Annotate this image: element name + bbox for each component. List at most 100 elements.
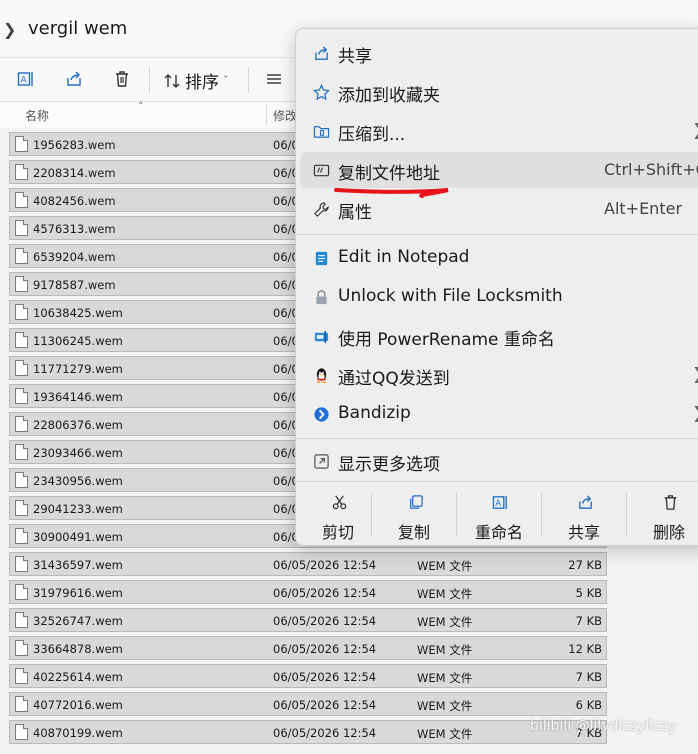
- cut-button[interactable]: 剪切: [296, 481, 380, 547]
- file-name: 1956283.wem: [33, 138, 116, 152]
- file-icon: [15, 696, 28, 712]
- file-icon: [15, 192, 28, 208]
- menu-item-send-qq[interactable]: 通过QQ发送到 ❯: [300, 357, 698, 393]
- file-icon: [15, 444, 28, 460]
- file-size: 7 KB: [575, 670, 602, 684]
- powerrename-icon: [312, 327, 330, 345]
- chevron-right-icon: ❯: [692, 120, 698, 139]
- menu-item-file-locksmith[interactable]: Unlock with File Locksmith: [300, 279, 698, 315]
- menu-item-edit-notepad[interactable]: Edit in Notepad: [300, 240, 698, 276]
- chevron-right-icon[interactable]: ❯: [3, 20, 16, 39]
- menu-item-label: Edit in Notepad: [338, 247, 470, 267]
- file-name: 2208314.wem: [33, 166, 116, 180]
- copy-button[interactable]: 复制: [372, 481, 456, 547]
- menu-item-label: Bandizip: [338, 403, 411, 423]
- file-row[interactable]: 31979616.wem 06/05/2026 12:54 WEM 文件 5 KB: [9, 580, 607, 604]
- delete-icon[interactable]: [110, 67, 134, 91]
- file-type: WEM 文件: [417, 727, 473, 741]
- file-name: 30900491.wem: [33, 530, 123, 544]
- scissors-icon: [330, 493, 348, 511]
- rename-icon: A: [491, 493, 509, 511]
- menu-item-label: 通过QQ发送到: [338, 369, 450, 389]
- menu-item-favorites[interactable]: 添加到收藏夹: [300, 74, 698, 110]
- share-icon[interactable]: [62, 67, 86, 91]
- file-type: WEM 文件: [417, 671, 473, 685]
- file-name: 4082456.wem: [33, 194, 116, 208]
- show-more-icon: [312, 452, 330, 470]
- file-row[interactable]: 31436597.wem 06/05/2026 12:54 WEM 文件 27 KB: [9, 552, 607, 576]
- toolbar-divider: [149, 66, 150, 94]
- file-name: 11771279.wem: [33, 362, 123, 376]
- red-underline-annotation: [334, 188, 449, 198]
- file-name: 11306245.wem: [33, 334, 123, 348]
- file-date: 06/05/2026 12:54: [273, 586, 377, 600]
- file-size: 27 KB: [568, 558, 602, 572]
- file-type: WEM 文件: [417, 559, 473, 573]
- delete-button[interactable]: 删除: [627, 481, 698, 547]
- file-row[interactable]: 33664878.wem 06/05/2026 12:54 WEM 文件 12 KB: [9, 636, 607, 660]
- file-name: 10638425.wem: [33, 306, 123, 320]
- compress-icon: [312, 122, 330, 140]
- column-divider[interactable]: [266, 104, 267, 126]
- lock-icon: [312, 288, 330, 306]
- file-row[interactable]: 40772016.wem 06/05/2026 12:54 WEM 文件 6 KB: [9, 692, 607, 716]
- file-icon: [15, 472, 28, 488]
- cut-label: 剪切: [321, 523, 354, 542]
- delete-label: 删除: [652, 523, 685, 542]
- share-icon: [312, 44, 330, 62]
- context-menu-action-bar: 剪切 复制 A 重命名 共享 删除: [296, 481, 698, 547]
- file-icon: [15, 556, 28, 572]
- svg-text:A: A: [495, 498, 501, 508]
- file-icon: [15, 528, 28, 544]
- file-type: WEM 文件: [417, 699, 473, 713]
- file-name: 19364146.wem: [33, 390, 123, 404]
- file-icon: [15, 500, 28, 516]
- file-name: 31979616.wem: [33, 586, 123, 600]
- file-name: 40870199.wem: [33, 726, 123, 740]
- trash-icon: [661, 493, 679, 511]
- menu-item-compress[interactable]: 压缩到... ❯: [300, 113, 698, 149]
- sort-button[interactable]: 排序 ˇ: [163, 68, 229, 93]
- menu-item-powerrename[interactable]: 使用 PowerRename 重命名: [300, 318, 698, 354]
- file-name: 40772016.wem: [33, 698, 123, 712]
- file-name: 6539204.wem: [33, 250, 116, 264]
- address-path[interactable]: vergil wem: [28, 18, 127, 39]
- column-header-modified[interactable]: 修改: [273, 107, 297, 124]
- file-row[interactable]: 40225614.wem 06/05/2026 12:54 WEM 文件 7 KB: [9, 664, 607, 688]
- file-icon: [15, 416, 28, 432]
- rename-icon[interactable]: A: [14, 67, 38, 91]
- rename-button[interactable]: A 重命名: [457, 481, 541, 547]
- file-icon: [15, 164, 28, 180]
- menu-item-share[interactable]: 共享: [300, 35, 698, 71]
- column-header-name[interactable]: 名称: [25, 107, 49, 124]
- chevron-down-icon: ˇ: [223, 74, 229, 87]
- menu-divider: [296, 234, 698, 235]
- file-size: 7 KB: [575, 614, 602, 628]
- menu-item-label: 复制文件地址: [338, 164, 440, 184]
- file-icon: [15, 136, 28, 152]
- file-name: 23430956.wem: [33, 474, 123, 488]
- file-icon: [15, 724, 28, 740]
- file-size: 12 KB: [568, 642, 602, 656]
- file-name: 40225614.wem: [33, 670, 123, 684]
- file-size: 5 KB: [575, 586, 602, 600]
- file-icon: [15, 248, 28, 264]
- rename-label: 重命名: [474, 523, 523, 542]
- file-icon: [15, 276, 28, 292]
- share-label: 共享: [567, 523, 600, 542]
- menu-item-shortcut: Ctrl+Shift+C: [604, 160, 698, 179]
- file-icon: [15, 612, 28, 628]
- file-name: 4576313.wem: [33, 222, 116, 236]
- file-row[interactable]: 40870199.wem 06/05/2026 12:54 WEM 文件 7 KB: [9, 720, 607, 744]
- sort-ascending-icon: ˄: [138, 100, 144, 113]
- menu-item-label: 显示更多选项: [338, 455, 440, 475]
- share-button[interactable]: 共享: [542, 481, 626, 547]
- menu-item-show-more[interactable]: 显示更多选项: [300, 443, 698, 479]
- context-menu: 共享 添加到收藏夹 压缩到... ❯ 复制文件地址 Ctrl+Shift+C 属…: [295, 28, 698, 546]
- file-icon: [15, 640, 28, 656]
- file-icon: [15, 584, 28, 600]
- menu-item-bandizip[interactable]: Bandizip ❯: [300, 396, 698, 432]
- file-date: 06/05/2026 12:54: [273, 614, 377, 628]
- view-icon[interactable]: [262, 67, 286, 91]
- file-row[interactable]: 32526747.wem 06/05/2026 12:54 WEM 文件 7 KB: [9, 608, 607, 632]
